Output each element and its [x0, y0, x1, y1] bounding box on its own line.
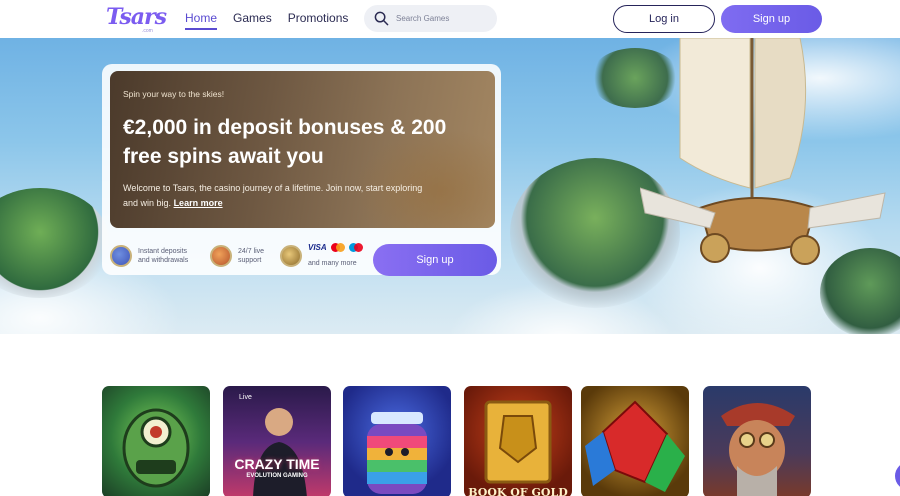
game-tile-book-of-gold[interactable]: BOOK OF GOLD: [464, 386, 572, 496]
golden-book-icon: [484, 400, 552, 484]
promo-description-text: Welcome to Tsars, the casino journey of …: [123, 183, 423, 208]
feature-payments: VISA and many more: [280, 242, 363, 270]
feature-deposits-text: Instant deposits and withdrawals: [138, 248, 189, 264]
host-figure-icon: [253, 408, 307, 496]
login-button[interactable]: Log in: [613, 5, 715, 33]
live-badge: Live: [239, 394, 252, 401]
feature-payments-text: and many more: [308, 259, 357, 267]
support-icon: [210, 245, 232, 267]
search-box[interactable]: [364, 5, 497, 32]
main-nav: Home Games Promotions: [185, 11, 348, 30]
logo-subtext: .com: [142, 28, 153, 34]
game-label-crazy-time: CRAZY TIME: [234, 456, 320, 472]
mastercard-icon: [330, 242, 345, 252]
deposit-icon: [110, 245, 132, 267]
page: Tsars .com Home Games Promotions Log in …: [0, 0, 900, 496]
maestro-icon: [348, 242, 363, 252]
alien-face-icon: [122, 408, 190, 488]
game-tile-jar-slot[interactable]: [343, 386, 451, 496]
game-tile-crazy-time[interactable]: Live CRAZY TIME EVOLUTION GAMING: [223, 386, 331, 496]
adventurer-icon: [721, 403, 795, 496]
floating-island: [0, 188, 110, 298]
payment-icon: [280, 245, 302, 267]
logo-text: Tsars: [106, 4, 167, 30]
visa-logo: VISA: [308, 242, 327, 252]
promo-description: Welcome to Tsars, the casino journey of …: [123, 181, 423, 211]
payment-logos: VISA: [308, 242, 363, 252]
gem-icon: [585, 400, 685, 492]
nav-games[interactable]: Games: [233, 11, 272, 30]
signup-button-header[interactable]: Sign up: [721, 5, 822, 33]
game-tile-gem-slot[interactable]: [581, 386, 689, 496]
logo[interactable]: Tsars .com: [106, 4, 167, 34]
game-label-book-of-gold: BOOK OF GOLD: [468, 486, 568, 496]
chat-widget-button[interactable]: [895, 462, 900, 490]
signup-button-hero[interactable]: Sign up: [373, 244, 497, 276]
game-tile-adventurer-slot[interactable]: [703, 386, 811, 496]
search-icon: [374, 11, 389, 26]
header: Tsars .com Home Games Promotions Log in …: [0, 0, 900, 38]
payment-info: VISA and many more: [308, 242, 363, 270]
airship-illustration: [640, 38, 886, 265]
nav-promotions[interactable]: Promotions: [288, 11, 349, 30]
search-input[interactable]: [396, 11, 491, 26]
feature-support-text: 24/7 live support: [238, 248, 265, 264]
promo-title: €2,000 in deposit bonuses & 200 free spi…: [123, 116, 447, 168]
nav-home[interactable]: Home: [185, 11, 218, 30]
game-tile-alien-slot[interactable]: [102, 386, 210, 496]
learn-more-link[interactable]: Learn more: [174, 198, 223, 208]
feature-deposits: Instant deposits and withdrawals: [110, 243, 200, 269]
games-row: Live CRAZY TIME EVOLUTION GAMING BOOK OF…: [102, 386, 814, 496]
feature-support: 24/7 live support: [210, 243, 274, 269]
game-sublabel-crazy-time: EVOLUTION GAMING: [246, 473, 308, 479]
promo-eyebrow: Spin your way to the skies!: [123, 89, 225, 99]
rainbow-jar-icon: [367, 412, 427, 494]
